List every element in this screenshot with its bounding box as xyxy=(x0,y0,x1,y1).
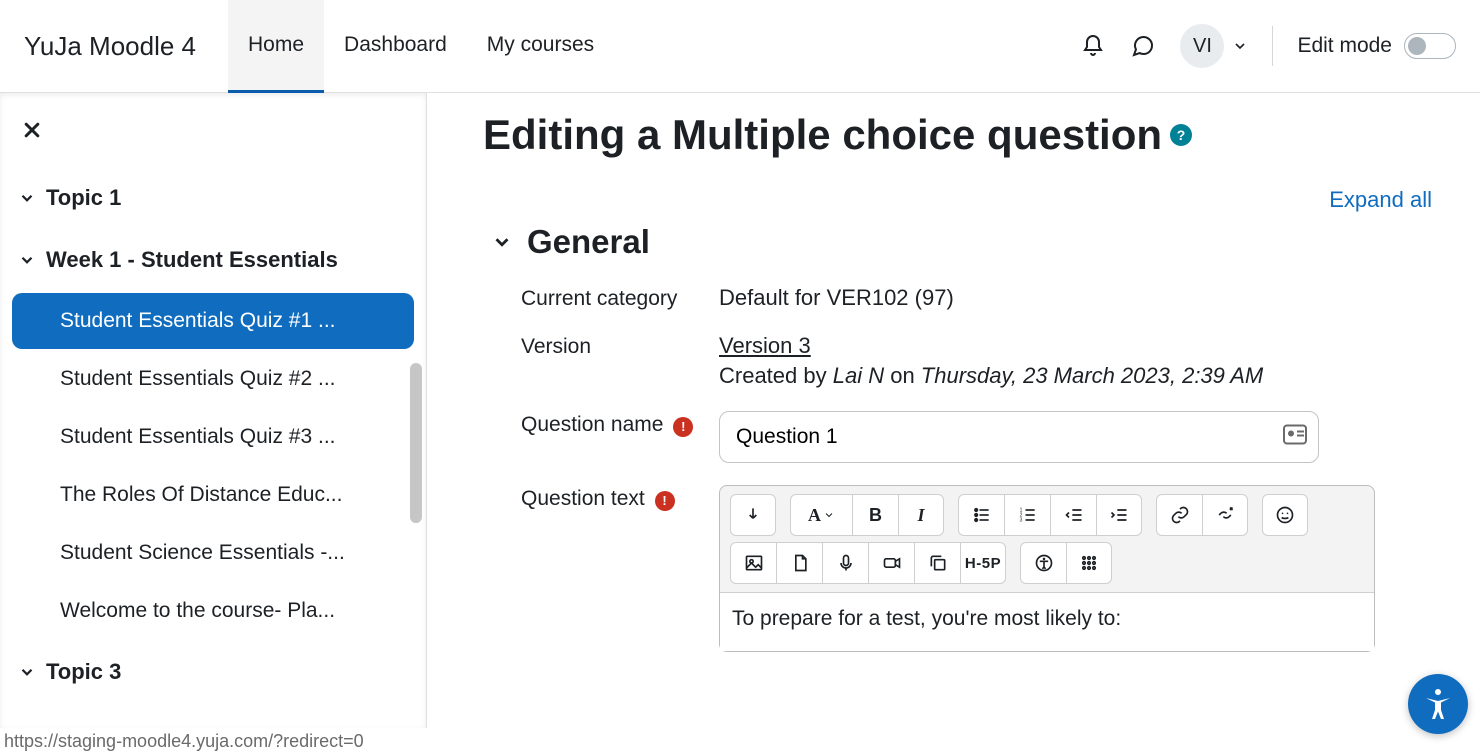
numbered-list-button[interactable]: 123 xyxy=(1004,494,1050,536)
sidebar-item-science[interactable]: Student Science Essentials -... xyxy=(12,525,414,581)
help-icon[interactable]: ? xyxy=(1170,124,1192,146)
sidebar-item-welcome[interactable]: Welcome to the course- Pla... xyxy=(12,583,414,639)
rich-text-editor: A B I 123 xyxy=(719,485,1375,652)
required-icon: ! xyxy=(655,491,675,511)
nav-home[interactable]: Home xyxy=(228,0,324,93)
sidebar-section-label: Week 1 - Student Essentials xyxy=(46,247,338,273)
close-sidebar-button[interactable] xyxy=(12,101,414,155)
sidebar-sections: Topic 1 Week 1 - Student Essentials Stud… xyxy=(12,167,414,703)
chevron-down-icon xyxy=(18,189,36,207)
header-right: VI Edit mode xyxy=(1080,24,1456,68)
user-menu[interactable]: VI xyxy=(1180,24,1248,68)
question-name-input[interactable] xyxy=(719,411,1319,463)
grid-button[interactable] xyxy=(1066,542,1112,584)
page-title-text: Editing a Multiple choice question xyxy=(483,111,1162,159)
question-text-label: Question text ! xyxy=(521,485,719,511)
header: YuJa Moodle 4 Home Dashboard My courses … xyxy=(0,0,1480,93)
main-content: Editing a Multiple choice question ? Exp… xyxy=(427,93,1480,728)
edit-mode-label: Edit mode xyxy=(1297,34,1392,58)
row-version: Version Version 3 Created by Lai N on Th… xyxy=(521,333,1456,389)
chevron-down-icon xyxy=(18,251,36,269)
emoji-button[interactable] xyxy=(1262,494,1308,536)
divider xyxy=(1272,26,1273,66)
copy-button[interactable] xyxy=(914,542,960,584)
version-link[interactable]: Version 3 xyxy=(719,333,1263,359)
created-by-line: Created by Lai N on Thursday, 23 March 2… xyxy=(719,363,1263,389)
accessibility-widget-button[interactable] xyxy=(1408,674,1468,734)
contact-card-icon[interactable] xyxy=(1283,425,1307,450)
sidebar-section-label: Topic 3 xyxy=(46,659,121,685)
outdent-button[interactable] xyxy=(1050,494,1096,536)
sidebar-section-label: Topic 1 xyxy=(46,185,121,211)
expand-all-link[interactable]: Expand all xyxy=(483,187,1432,213)
scrollbar-thumb[interactable] xyxy=(410,363,422,523)
h5p-button[interactable]: H-5P xyxy=(960,542,1006,584)
row-question-name: Question name ! xyxy=(521,411,1456,463)
course-index-sidebar: Topic 1 Week 1 - Student Essentials Stud… xyxy=(0,93,427,728)
microphone-button[interactable] xyxy=(822,542,868,584)
toggle-icon[interactable] xyxy=(1404,33,1456,59)
link-button[interactable] xyxy=(1156,494,1202,536)
sidebar-section-topic3[interactable]: Topic 3 xyxy=(12,641,414,703)
site-brand[interactable]: YuJa Moodle 4 xyxy=(24,31,196,62)
created-by-prefix: Created by xyxy=(719,363,833,388)
general-heading: General xyxy=(527,223,650,261)
toolbar-toggle-icon[interactable] xyxy=(730,494,776,536)
chevron-down-icon xyxy=(18,663,36,681)
messages-icon[interactable] xyxy=(1130,33,1156,59)
font-style-dropdown[interactable]: A xyxy=(790,494,852,536)
current-category-value: Default for VER102 (97) xyxy=(719,285,954,311)
bullet-list-button[interactable] xyxy=(958,494,1004,536)
unlink-button[interactable] xyxy=(1202,494,1248,536)
close-icon xyxy=(22,120,42,140)
sidebar-item-roles[interactable]: The Roles Of Distance Educ... xyxy=(12,467,414,523)
general-section-toggle[interactable]: General xyxy=(491,223,1456,261)
version-label: Version xyxy=(521,333,719,389)
current-category-label: Current category xyxy=(521,285,719,311)
row-current-category: Current category Default for VER102 (97) xyxy=(521,285,1456,311)
page-title: Editing a Multiple choice question ? xyxy=(483,111,1456,159)
image-button[interactable] xyxy=(730,542,776,584)
created-by-date: Thursday, 23 March 2023, 2:39 AM xyxy=(921,363,1263,388)
bold-button[interactable]: B xyxy=(852,494,898,536)
chevron-down-icon xyxy=(491,231,513,253)
nav-mycourses[interactable]: My courses xyxy=(467,0,614,93)
chevron-down-icon xyxy=(1232,38,1248,54)
avatar-initials: VI xyxy=(1180,24,1224,68)
accessibility-checker-button[interactable] xyxy=(1020,542,1066,584)
sidebar-item-quiz2[interactable]: Student Essentials Quiz #2 ... xyxy=(12,351,414,407)
svg-text:3: 3 xyxy=(1019,518,1022,524)
indent-button[interactable] xyxy=(1096,494,1142,536)
question-name-label: Question name ! xyxy=(521,411,719,437)
sidebar-item-quiz1[interactable]: Student Essentials Quiz #1 ... xyxy=(12,293,414,349)
sidebar-item-quiz3[interactable]: Student Essentials Quiz #3 ... xyxy=(12,409,414,465)
row-question-text: Question text ! A B I 123 xyxy=(521,485,1456,652)
file-button[interactable] xyxy=(776,542,822,584)
created-by-mid: on xyxy=(884,363,921,388)
nav-dashboard[interactable]: Dashboard xyxy=(324,0,467,93)
created-by-name: Lai N xyxy=(833,363,884,388)
italic-button[interactable]: I xyxy=(898,494,944,536)
sidebar-section-topic1[interactable]: Topic 1 xyxy=(12,167,414,229)
editor-toolbar: A B I 123 xyxy=(720,486,1374,592)
required-icon: ! xyxy=(673,417,693,437)
editor-content[interactable]: To prepare for a test, you're most likel… xyxy=(720,592,1374,651)
video-button[interactable] xyxy=(868,542,914,584)
notifications-icon[interactable] xyxy=(1080,33,1106,59)
top-nav: Home Dashboard My courses xyxy=(228,0,614,93)
edit-mode-switch[interactable]: Edit mode xyxy=(1297,33,1456,59)
browser-status-url: https://staging-moodle4.yuja.com/?redire… xyxy=(0,728,364,754)
sidebar-section-week1[interactable]: Week 1 - Student Essentials xyxy=(12,229,414,291)
